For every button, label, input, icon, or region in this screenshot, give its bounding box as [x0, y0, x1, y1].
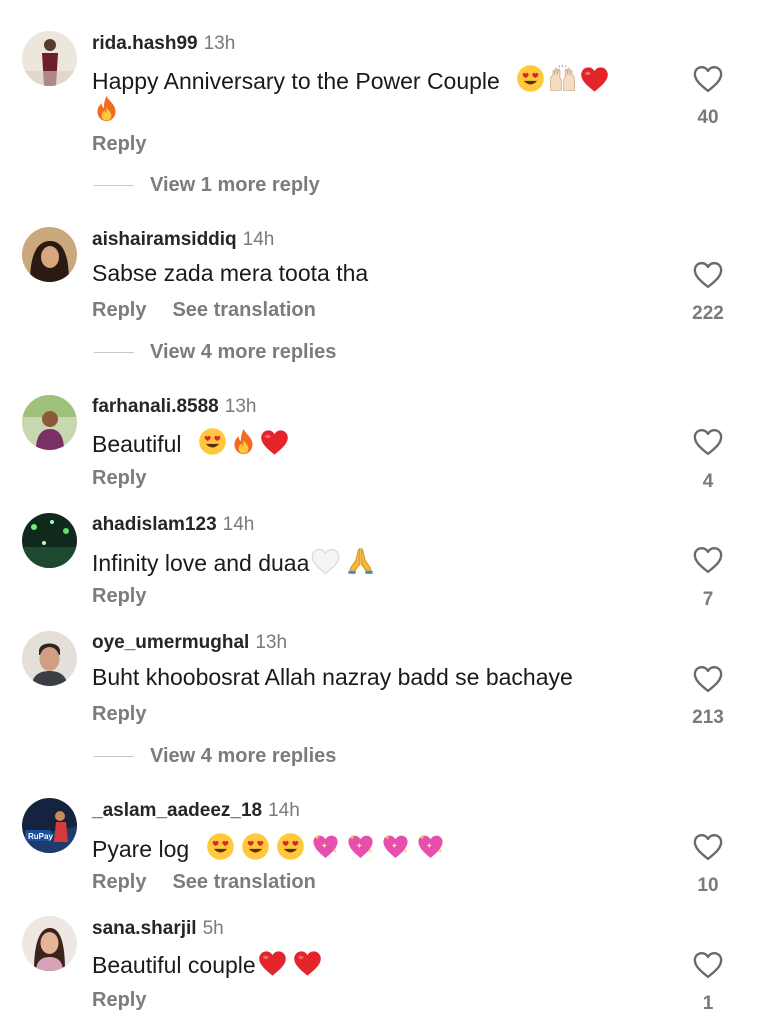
username[interactable]: sana.sharjil — [92, 918, 197, 939]
username[interactable]: aishairamsiddiq — [92, 229, 237, 250]
divider — [94, 756, 134, 758]
like-count: 222 — [692, 303, 724, 324]
like-heart-icon[interactable] — [693, 951, 723, 979]
timestamp: 14h — [268, 800, 300, 821]
reply-button[interactable]: Reply — [92, 585, 146, 607]
sparkling-heart-icon — [381, 832, 410, 861]
reply-button[interactable]: Reply — [92, 989, 146, 1011]
timestamp: 14h — [222, 514, 255, 535]
avatar[interactable] — [22, 916, 77, 971]
red-heart-icon — [258, 950, 287, 977]
like-count: 4 — [702, 471, 714, 492]
fire-icon — [92, 94, 121, 123]
like-count: 7 — [702, 589, 714, 610]
avatar-logo-text: RuPay — [28, 832, 53, 841]
heart-eyes-icon — [516, 64, 545, 93]
heart-eyes-icon — [241, 832, 270, 861]
red-heart-icon — [293, 950, 322, 977]
timestamp: 13h — [255, 632, 288, 653]
avatar[interactable] — [22, 395, 77, 450]
red-heart-icon — [580, 66, 609, 93]
timestamp: 13h — [224, 396, 257, 417]
reply-button[interactable]: Reply — [92, 871, 146, 893]
avatar[interactable] — [22, 631, 77, 686]
white-heart-icon — [311, 548, 340, 575]
heart-eyes-icon — [206, 832, 235, 861]
divider — [94, 185, 134, 187]
comment-text: Beautiful — [92, 427, 289, 458]
reply-button[interactable]: Reply — [92, 703, 146, 725]
divider — [94, 352, 134, 354]
view-more-replies-button[interactable]: View 4 more replies — [94, 341, 336, 364]
comment-text: Sabse zada mera toota tha — [92, 260, 369, 286]
avatar[interactable] — [22, 31, 77, 86]
like-count: 40 — [697, 107, 719, 128]
reply-button[interactable]: Reply — [92, 467, 146, 489]
avatar[interactable]: RuPay — [22, 798, 77, 853]
username[interactable]: farhanali.8588 — [92, 396, 219, 417]
sparkling-heart-icon — [416, 832, 445, 861]
timestamp: 13h — [203, 33, 236, 54]
comment-text: Infinity love and duaa — [92, 546, 375, 577]
like-count: 10 — [697, 875, 719, 896]
reply-button[interactable]: Reply — [92, 299, 146, 321]
like-heart-icon[interactable] — [693, 261, 723, 289]
like-heart-icon[interactable] — [693, 428, 723, 456]
comment-text: Pyare log — [92, 832, 445, 863]
like-heart-icon[interactable] — [693, 546, 723, 574]
sparkling-heart-icon — [346, 832, 375, 861]
reply-button[interactable]: Reply — [92, 133, 146, 155]
see-translation-button[interactable]: See translation — [172, 299, 315, 321]
view-more-replies-button[interactable]: View 4 more replies — [94, 745, 336, 768]
username[interactable]: _aslam_aadeez_18 — [92, 800, 262, 821]
timestamp: 14h — [242, 229, 275, 250]
heart-eyes-icon — [276, 832, 305, 861]
username[interactable]: oye_umermughal — [92, 632, 249, 653]
comment-text: Beautiful couple — [92, 950, 322, 979]
username[interactable]: ahadislam123 — [92, 514, 217, 535]
timestamp: 5h — [202, 918, 224, 939]
heart-eyes-icon — [198, 427, 227, 456]
like-count: 213 — [692, 707, 724, 728]
like-heart-icon[interactable] — [693, 665, 723, 693]
avatar[interactable] — [22, 513, 77, 568]
username[interactable]: rida.hash99 — [92, 33, 198, 54]
red-heart-icon — [260, 429, 289, 456]
raised-hands-icon — [547, 64, 578, 93]
fire-icon — [229, 427, 258, 456]
like-count: 1 — [702, 993, 714, 1014]
like-heart-icon[interactable] — [693, 65, 723, 93]
comment-text: Happy Anniversary to the Power Couple — [92, 64, 609, 95]
avatar[interactable] — [22, 227, 77, 282]
folded-hands-icon — [346, 546, 375, 575]
comment-text: Buht khoobosrat Allah nazray badd se bac… — [92, 664, 573, 690]
like-heart-icon[interactable] — [693, 833, 723, 861]
see-translation-button[interactable]: See translation — [172, 871, 315, 893]
sparkling-heart-icon — [311, 832, 340, 861]
view-more-replies-button[interactable]: View 1 more reply — [94, 174, 320, 197]
